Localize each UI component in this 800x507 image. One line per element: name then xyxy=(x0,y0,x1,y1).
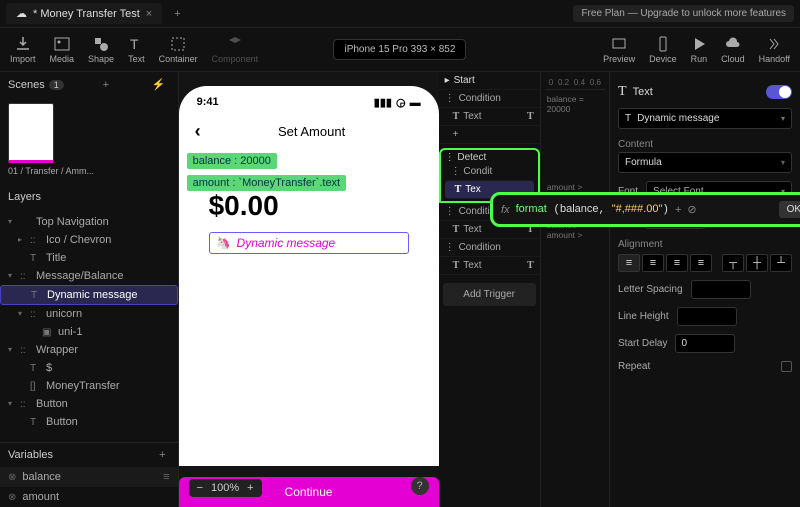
valign-top-button[interactable]: ┬ xyxy=(722,254,744,272)
layer-row[interactable]: TButton xyxy=(0,413,178,431)
trigger-text[interactable]: T Text T xyxy=(439,108,540,126)
layer-row[interactable]: ▾::Button xyxy=(0,395,178,413)
valign-mid-button[interactable]: ┼ xyxy=(746,254,768,272)
import-button[interactable]: Import xyxy=(10,36,36,64)
alignment-bar: ≡ ≡ ≡ ≡ ┬ ┼ ┴ xyxy=(618,254,792,272)
align-center-button[interactable]: ≡ xyxy=(642,254,664,272)
scene-flash-icon[interactable]: ⚡ xyxy=(148,78,170,91)
layer-row[interactable]: TTitle xyxy=(0,249,178,267)
add-variable-button[interactable]: + xyxy=(155,449,169,461)
battery-icon: ▬ xyxy=(410,97,421,109)
variables-header: Variables+ xyxy=(0,443,178,467)
inspector-header: TText xyxy=(618,80,792,104)
status-bar: 9:41 ▮▮▮◶▬ xyxy=(179,86,439,113)
align-justify-button[interactable]: ≡ xyxy=(690,254,712,272)
layer-row[interactable]: []MoneyTransfer xyxy=(0,377,178,395)
zoom-out-button[interactable]: − xyxy=(197,482,203,494)
layer-row[interactable]: ▾::Message/Balance xyxy=(0,267,178,285)
fx-icon: fx xyxy=(501,204,510,216)
device-selector[interactable]: iPhone 15 Pro 393 × 852 xyxy=(333,39,466,60)
layer-row[interactable]: ▾Top Navigation xyxy=(0,213,178,231)
text-toggle[interactable] xyxy=(766,85,792,99)
unicorn-icon: 🦄 xyxy=(216,236,231,250)
content-label: Content xyxy=(618,139,792,150)
run-button[interactable]: Run xyxy=(691,36,708,64)
align-right-button[interactable]: ≡ xyxy=(666,254,688,272)
trigger-condition[interactable]: ⋮ Condition xyxy=(439,90,540,108)
repeat-checkbox[interactable] xyxy=(781,361,792,372)
close-icon[interactable]: × xyxy=(146,8,152,20)
formula-add-button[interactable]: + xyxy=(675,204,681,216)
formula-clear-button[interactable]: ⊘ xyxy=(687,203,696,216)
layer-row[interactable]: ▾::unicorn xyxy=(0,305,178,323)
handoff-button[interactable]: Handoff xyxy=(759,36,790,64)
formula-code[interactable]: format (balance, "#,###.00") xyxy=(516,203,669,216)
content-type-dropdown[interactable]: Formula▾ xyxy=(618,152,792,173)
layer-row[interactable]: ▾::Wrapper xyxy=(0,341,178,359)
cloud-icon: ☁ xyxy=(16,7,27,20)
trigger-detect[interactable]: ⋮ Detect xyxy=(445,152,534,163)
trigger-text-4[interactable]: T Text T xyxy=(439,257,540,275)
valign-bottom-button[interactable]: ┴ xyxy=(770,254,792,272)
scenes-header: Scenes1 + ⚡ xyxy=(0,72,178,97)
timeline-ticks: 00.20.40.6 xyxy=(545,76,605,90)
text-source-dropdown[interactable]: TDynamic message▾ xyxy=(618,108,792,129)
layer-row[interactable]: ▣uni-1 xyxy=(0,323,178,341)
layer-row[interactable]: ▸::Ico / Chevron xyxy=(0,231,178,249)
formula-ok-button[interactable]: OK xyxy=(779,201,800,218)
wifi-icon: ◶ xyxy=(396,96,406,109)
variable-row[interactable]: ⊗balance≡ xyxy=(0,467,178,487)
tab-title: * Money Transfer Test xyxy=(33,8,140,20)
align-left-button[interactable]: ≡ xyxy=(618,254,640,272)
variable-row[interactable]: ⊗amount xyxy=(0,487,178,507)
overlay-tags: balance : 20000 amount : `MoneyTransfer`… xyxy=(187,150,347,194)
dynamic-message-element[interactable]: 🦄 Dynamic message xyxy=(209,232,409,254)
signal-icon: ▮▮▮ xyxy=(374,96,392,109)
component-button[interactable]: Component xyxy=(212,36,259,64)
phone-canvas[interactable]: 9:41 ▮▮▮◶▬ ‹ Set Amount balance : 20000 … xyxy=(179,86,439,466)
new-tab-button[interactable]: + xyxy=(168,8,186,20)
zoom-control[interactable]: − 100% + xyxy=(189,479,262,497)
scene-caption: 01 / Transfer / Amm... xyxy=(0,166,178,185)
document-tab[interactable]: ☁ * Money Transfer Test × xyxy=(6,3,162,24)
layers-header: Layers xyxy=(0,185,178,209)
add-trigger-button[interactable]: Add Trigger xyxy=(443,283,536,306)
letter-spacing-input[interactable] xyxy=(691,280,751,299)
trigger-start[interactable]: ▸ Start xyxy=(439,72,540,90)
layer-row[interactable]: TDynamic message xyxy=(0,285,178,305)
layer-row[interactable]: T$ xyxy=(0,359,178,377)
container-button[interactable]: Container xyxy=(159,36,198,64)
page-title: Set Amount xyxy=(201,124,423,139)
preview-button[interactable]: Preview xyxy=(603,36,635,64)
cloud-button[interactable]: Cloud xyxy=(721,36,745,64)
trigger-condition-2[interactable]: ⋮ Condit xyxy=(445,163,534,181)
zoom-in-button[interactable]: + xyxy=(247,482,253,494)
media-button[interactable]: Media xyxy=(50,36,75,64)
shape-button[interactable]: Shape xyxy=(88,36,114,64)
scene-thumbnail[interactable] xyxy=(8,103,54,163)
text-button[interactable]: TText xyxy=(128,36,145,64)
formula-editor[interactable]: fx format (balance, "#,###.00") + ⊘ OK xyxy=(490,192,800,227)
add-scene-button[interactable]: + xyxy=(99,79,113,91)
start-delay-input[interactable] xyxy=(675,334,735,353)
trigger-add-text[interactable]: + xyxy=(439,126,540,144)
svg-text:T: T xyxy=(130,36,139,52)
upgrade-banner[interactable]: Free Plan — Upgrade to unlock more featu… xyxy=(573,5,794,22)
trigger-condition-4[interactable]: ⋮ Condition xyxy=(439,239,540,257)
help-button[interactable]: ? xyxy=(411,477,429,495)
line-height-input[interactable] xyxy=(677,307,737,326)
device-button[interactable]: Device xyxy=(649,36,677,64)
